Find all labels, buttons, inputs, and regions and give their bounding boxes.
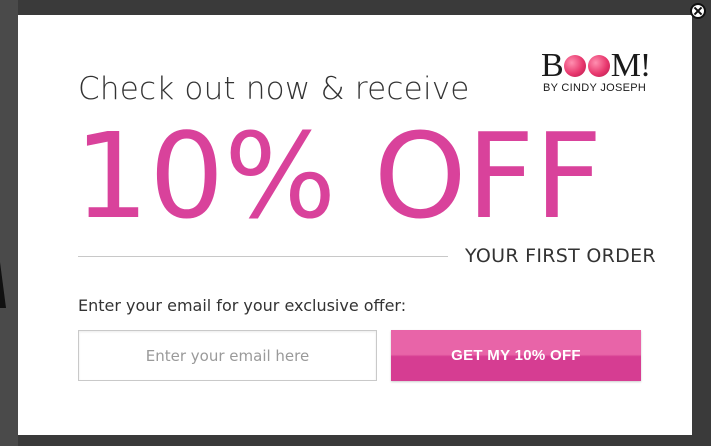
backdrop-letter-fragment <box>0 262 6 308</box>
popup-headline: Check out now & receive <box>78 71 470 107</box>
get-offer-button[interactable]: GET MY 10% OFF <box>391 330 641 381</box>
page-backdrop <box>0 0 18 446</box>
offer-subhead: YOUR FIRST ORDER <box>465 245 656 267</box>
logo-wordmark-start: B <box>541 47 564 84</box>
brand-logo: B M! BY CINDY JOSEPH <box>541 48 661 106</box>
email-prompt: Enter your email for your exclusive offe… <box>78 296 407 315</box>
logo-wordmark: B M! <box>541 48 661 84</box>
close-icon[interactable] <box>690 3 706 19</box>
offer-popup: B M! BY CINDY JOSEPH Check out now & rec… <box>18 15 692 435</box>
offer-amount: 10% OFF <box>74 107 603 245</box>
logo-dot-icon <box>587 55 610 77</box>
logo-tagline: BY CINDY JOSEPH <box>543 82 647 94</box>
email-input[interactable] <box>78 330 377 381</box>
divider <box>78 256 448 257</box>
logo-wordmark-end: M! <box>610 47 652 84</box>
logo-dot-icon <box>563 55 586 77</box>
